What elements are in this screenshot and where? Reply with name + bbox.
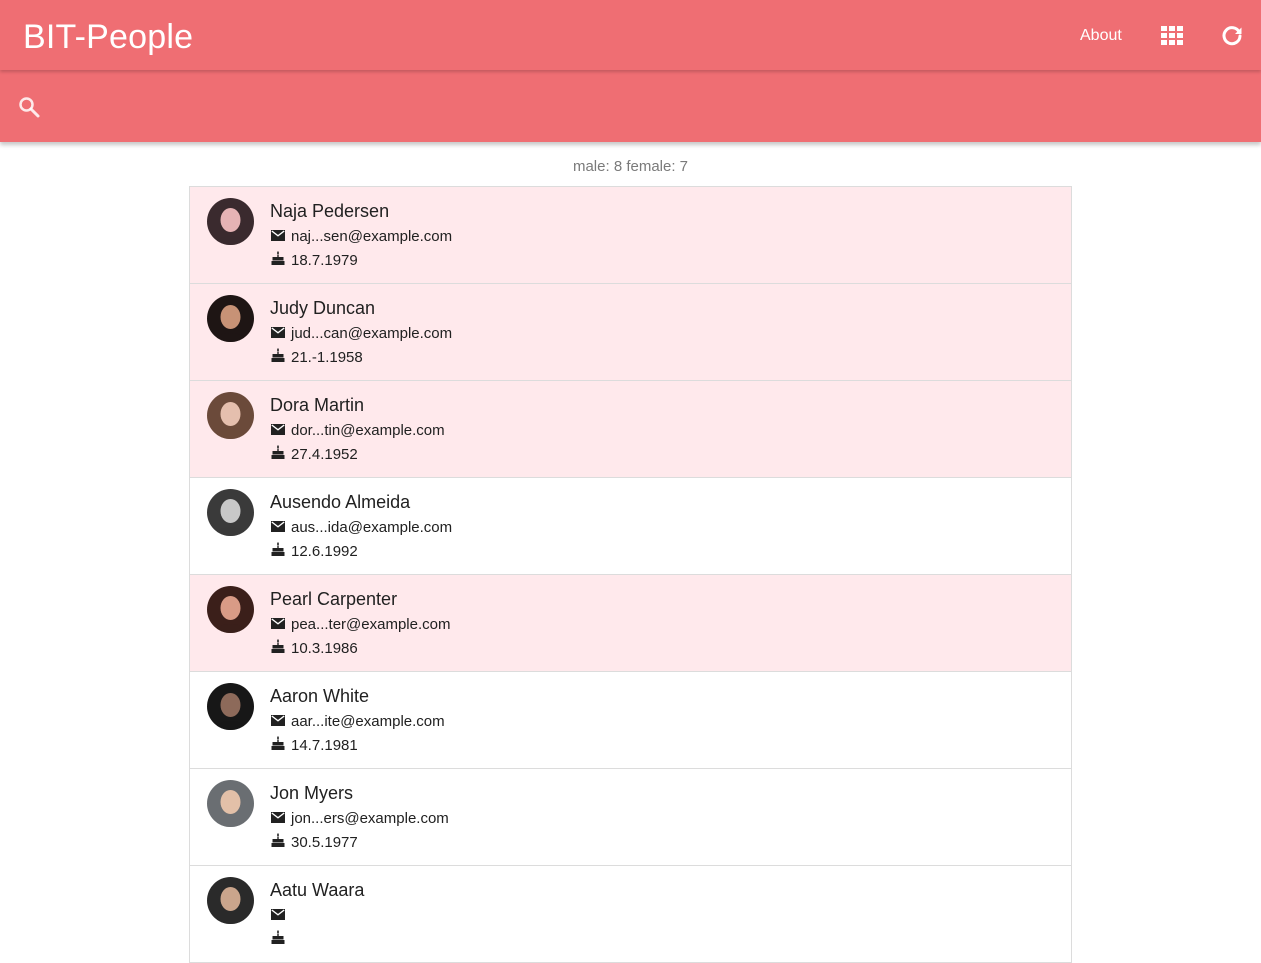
person-name: Aatu Waara [270, 880, 365, 900]
person-name: Naja Pedersen [270, 201, 390, 221]
email-text: jud...can@example.com [291, 324, 453, 342]
avatar[interactable] [207, 198, 254, 245]
person-birthday [271, 930, 291, 948]
refresh-icon[interactable] [1220, 24, 1244, 48]
person-name: Dora Martin [270, 395, 365, 415]
person-email: naj...sen@example.com [271, 227, 452, 245]
birthday-text: 18.7.1979 [291, 251, 358, 269]
person-birthday: 18.7.1979 [271, 251, 358, 269]
person-email [271, 906, 291, 924]
person-birthday: 14.7.1981 [271, 736, 358, 754]
mail-icon [271, 228, 291, 245]
person-birthday: 10.3.1986 [271, 639, 358, 657]
mail-icon [271, 422, 291, 439]
person-email: aus...ida@example.com [271, 518, 452, 536]
email-text: pea...ter@example.com [291, 615, 451, 633]
email-text: aus...ida@example.com [291, 518, 453, 536]
cake-icon [271, 445, 291, 463]
person-birthday: 12.6.1992 [271, 542, 358, 560]
mail-icon [271, 616, 291, 633]
birthday-text: 21.-1.1958 [291, 348, 363, 366]
search-input[interactable] [56, 88, 1236, 124]
grid-view-icon[interactable] [1161, 26, 1183, 46]
search-icon[interactable] [17, 95, 41, 119]
email-text: naj...sen@example.com [291, 227, 453, 245]
search-bar [0, 70, 1261, 142]
person-list-item[interactable]: Ausendo Almeida aus...ida@example.com 12.6… [190, 478, 1071, 575]
cake-icon [271, 736, 291, 754]
email-text: dor...tin@example.com [291, 421, 445, 439]
birthday-text: 10.3.1986 [291, 639, 358, 657]
email-text: aar...ite@example.com [291, 712, 445, 730]
person-email: jud...can@example.com [271, 324, 452, 342]
person-email: pea...ter@example.com [271, 615, 450, 633]
person-name: Judy Duncan [270, 298, 376, 318]
person-name: Pearl Carpenter [270, 589, 398, 609]
birthday-text: 30.5.1977 [291, 833, 358, 851]
avatar[interactable] [207, 295, 254, 342]
person-email: jon...ers@example.com [271, 809, 449, 827]
person-email: dor...tin@example.com [271, 421, 445, 439]
person-list-item[interactable]: Aaron White aar...ite@example.com 14.7.198… [190, 672, 1071, 769]
birthday-text: 14.7.1981 [291, 736, 358, 754]
avatar[interactable] [207, 780, 254, 827]
person-list-item[interactable]: Jon Myers jon...ers@example.com 30.5.1977 [190, 769, 1071, 866]
cake-icon [271, 251, 291, 269]
cake-icon [271, 542, 291, 560]
mail-icon [271, 519, 291, 536]
person-list-item[interactable]: Pearl Carpenter pea...ter@example.com 10.3… [190, 575, 1071, 672]
avatar[interactable] [207, 586, 254, 633]
avatar[interactable] [207, 489, 254, 536]
person-email: aar...ite@example.com [271, 712, 445, 730]
birthday-text: 12.6.1992 [291, 542, 358, 560]
person-birthday: 27.4.1952 [271, 445, 358, 463]
gender-stats: male: 8 female: 7 [572, 158, 689, 175]
mail-icon [271, 713, 291, 730]
mail-icon [271, 325, 291, 342]
cake-icon [271, 930, 291, 948]
person-name: Aaron White [270, 686, 370, 706]
brand-title[interactable]: BIT-People [23, 17, 193, 57]
avatar[interactable] [207, 392, 254, 439]
person-name: Ausendo Almeida [270, 492, 411, 512]
people-list: Naja Pedersen naj...sen@example.com 18.7.1… [189, 186, 1072, 963]
cake-icon [271, 833, 291, 851]
person-list-item[interactable]: Naja Pedersen naj...sen@example.com 18.7.1… [190, 187, 1071, 284]
birthday-text: 27.4.1952 [291, 445, 358, 463]
person-list-item[interactable]: Aatu Waara [190, 866, 1071, 963]
top-navbar: BIT-People About [0, 0, 1261, 70]
avatar[interactable] [207, 877, 254, 924]
person-list-item[interactable]: Dora Martin dor...tin@example.com 27.4.195… [190, 381, 1071, 478]
person-list-item[interactable]: Judy Duncan jud...can@example.com 21.-1.19… [190, 284, 1071, 381]
mail-icon [271, 810, 291, 827]
avatar[interactable] [207, 683, 254, 730]
cake-icon [271, 348, 291, 366]
person-name: Jon Myers [270, 783, 354, 803]
cake-icon [271, 639, 291, 657]
person-birthday: 30.5.1977 [271, 833, 358, 851]
person-birthday: 21.-1.1958 [271, 348, 363, 366]
mail-icon [271, 907, 291, 924]
email-text: jon...ers@example.com [291, 809, 449, 827]
about-link[interactable]: About [1080, 26, 1122, 46]
